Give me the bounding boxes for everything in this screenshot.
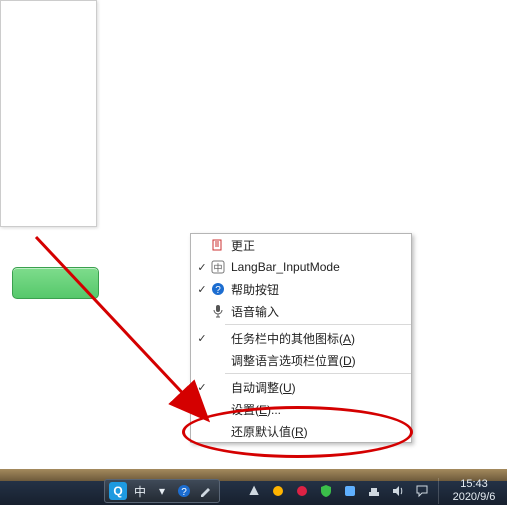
tray-app-icon[interactable] xyxy=(294,483,310,499)
tray-overflow-icon[interactable]: ▲ xyxy=(246,483,262,499)
check-icon: ✓ xyxy=(195,381,209,394)
ime-help-icon[interactable]: ? xyxy=(175,482,193,500)
menu-item-other-icons[interactable]: ✓ 任务栏中的其他图标(A) xyxy=(191,327,411,349)
tray-app-icon[interactable] xyxy=(342,483,358,499)
green-button[interactable] xyxy=(12,267,99,299)
menu-item-label: LangBar_InputMode xyxy=(227,260,340,274)
white-panel xyxy=(0,0,97,227)
check-icon: ✓ xyxy=(195,283,209,296)
ime-tool-icon[interactable] xyxy=(197,482,215,500)
tray-app-icon[interactable] xyxy=(270,483,286,499)
menu-item-label: 调整语言选项栏位置(D) xyxy=(227,352,356,369)
menu-item-label: 帮助按钮 xyxy=(227,281,279,298)
network-icon[interactable] xyxy=(366,483,382,499)
taskbar-clock[interactable]: 15:43 2020/9/6 xyxy=(438,478,503,504)
menu-item-label: 更正 xyxy=(227,237,255,254)
menu-item-correction[interactable]: 更正 xyxy=(191,234,411,256)
menu-item-auto-adjust[interactable]: ✓ 自动调整(U) xyxy=(191,376,411,398)
system-tray: ▲ 15:43 2020/9/6 xyxy=(242,477,507,505)
menu-item-adjust-position[interactable]: 调整语言选项栏位置(D) xyxy=(191,349,411,371)
svg-text:?: ? xyxy=(215,285,221,296)
ime-caret-icon[interactable]: ▾ xyxy=(153,482,171,500)
language-bar[interactable]: Q 中 ▾ ? xyxy=(104,479,220,503)
qq-ime-icon[interactable]: Q xyxy=(109,482,127,500)
menu-item-label: 自动调整(U) xyxy=(227,379,296,396)
menu-item-inputmode[interactable]: ✓ 中 LangBar_InputMode xyxy=(191,256,411,278)
check-icon: ✓ xyxy=(195,332,209,345)
menu-separator xyxy=(225,324,411,325)
mic-icon xyxy=(209,304,227,318)
menu-item-label: 设置(E)... xyxy=(227,401,281,418)
menu-item-settings[interactable]: 设置(E)... xyxy=(191,398,411,420)
check-icon: ✓ xyxy=(195,261,209,274)
taskbar: Q 中 ▾ ? ▲ 15:43 2020/9/6 xyxy=(0,469,507,505)
cn-ime-icon: 中 xyxy=(209,260,227,274)
help-icon: ? xyxy=(209,282,227,296)
clock-date: 2020/9/6 xyxy=(445,491,503,504)
menu-item-label: 任务栏中的其他图标(A) xyxy=(227,330,355,347)
clock-time: 15:43 xyxy=(445,478,503,491)
svg-text:?: ? xyxy=(181,487,187,498)
menu-item-restore-defaults[interactable]: 还原默认值(R) xyxy=(191,420,411,442)
menu-item-label: 语音输入 xyxy=(227,303,279,320)
language-bar-context-menu: 更正 ✓ 中 LangBar_InputMode ✓ ? 帮助按钮 语音输入 ✓ xyxy=(190,233,412,443)
menu-item-voice[interactable]: 语音输入 xyxy=(191,300,411,322)
menu-separator xyxy=(225,373,411,374)
menu-item-help[interactable]: ✓ ? 帮助按钮 xyxy=(191,278,411,300)
tray-shield-icon[interactable] xyxy=(318,483,334,499)
svg-text:中: 中 xyxy=(213,262,222,273)
volume-icon[interactable] xyxy=(390,483,406,499)
menu-item-label: 还原默认值(R) xyxy=(227,423,308,440)
correction-icon xyxy=(209,238,227,252)
action-center-icon[interactable] xyxy=(414,483,430,499)
ime-mode-icon[interactable]: 中 xyxy=(131,482,149,500)
